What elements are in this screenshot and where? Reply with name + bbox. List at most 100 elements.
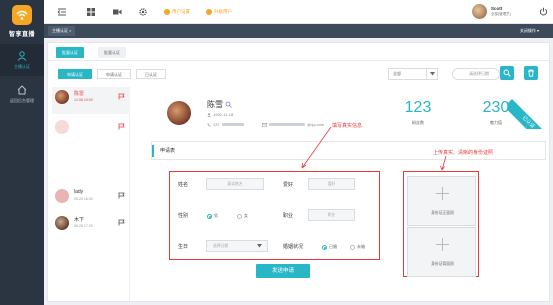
birthday-label: 生日 — [178, 244, 189, 250]
profile-phone: 137 — [207, 122, 244, 127]
plus-icon — [436, 187, 449, 200]
sidebar-item-label: 主播认证 — [14, 63, 30, 69]
tab-batch-certification[interactable]: 批量认证 — [56, 47, 84, 58]
sidebar-item-label: 返回后台管理 — [10, 97, 34, 103]
avatar[interactable] — [472, 4, 487, 19]
fans-count: 123 — [404, 99, 432, 116]
avatar — [55, 120, 69, 134]
hobby-label: 爱好 — [283, 182, 294, 188]
radio-checked-icon — [207, 213, 212, 219]
job-label: 职业 — [283, 213, 294, 219]
gender-female-radio[interactable]: 女 — [237, 213, 248, 219]
top-bar: 用户设置 升级用户 Scott 全部(管理员) — [44, 0, 553, 24]
chevron-down-icon — [257, 244, 262, 248]
profile-email: @qq.com — [262, 122, 324, 127]
mail-icon — [262, 122, 267, 127]
phone-icon — [207, 123, 211, 127]
sidebar-item-certification[interactable]: 主播认证 — [0, 44, 44, 76]
plus-icon — [436, 238, 449, 251]
avatar — [55, 189, 69, 203]
name-label: 姓名 — [178, 182, 189, 188]
list-item-time: 09-26 16:30 — [74, 197, 93, 201]
radio-unchecked-icon — [237, 213, 242, 219]
user-settings-link[interactable]: 用户设置 — [164, 9, 190, 15]
upgrade-user-link[interactable]: 升级用户 — [206, 9, 232, 15]
marital-married-radio[interactable]: 已婚 — [322, 244, 337, 250]
filter-apply-2[interactable]: 申请认证 — [97, 69, 131, 79]
profile-name: 陈雪 — [207, 99, 233, 110]
date-search-input[interactable]: 请选择日期 — [452, 68, 500, 80]
tab-batch-certification-2[interactable]: 批量认证 — [98, 47, 126, 58]
list-item[interactable]: lady 09-26 16:30 — [52, 186, 130, 213]
profile-birth: 1992-11-18 — [207, 112, 233, 117]
wifi-logo-icon — [16, 10, 28, 20]
annotation-upload-id: 上传真实、清晰的身份证照 — [433, 150, 494, 156]
list-item-name: lady — [74, 189, 84, 195]
list-item-time: 09-25 17:20 — [74, 224, 93, 228]
search-button[interactable] — [500, 66, 514, 80]
avatar — [55, 216, 69, 230]
certified-ribbon: 已认证 — [508, 89, 548, 129]
radio-checked-icon — [322, 244, 327, 250]
name-input[interactable]: 真实姓名 — [206, 178, 264, 190]
sidebar-item-back-admin[interactable]: 返回后台管理 — [0, 78, 44, 110]
submit-application-button[interactable]: 发送申请 — [256, 264, 310, 278]
applicant-list: 陈雷 12-08 19:00 lady 09-26 16:30 木下 09-25… — [52, 87, 130, 301]
list-item[interactable]: 木下 09-25 17:20 — [52, 213, 130, 240]
form-title: 申请表 — [160, 148, 176, 154]
app-logo — [12, 5, 32, 25]
job-input[interactable]: 职业 — [308, 209, 355, 221]
profile-avatar — [167, 101, 191, 125]
gender-label: 性别 — [178, 213, 189, 219]
fans-label: 粉丝数 — [412, 120, 424, 125]
user-settings-icon — [164, 9, 170, 15]
video-icon[interactable] — [112, 7, 122, 17]
power-icon[interactable] — [539, 7, 548, 16]
app-logo-text: 智享直播 — [8, 32, 35, 38]
flag-icon — [118, 123, 125, 130]
filter-row: 申请认证 申请认证 已认证 全部 请选择日期 — [48, 61, 549, 87]
tab-bar: 主播认证 × 关闭操作 ▾ — [44, 24, 553, 38]
hobby-input[interactable]: 爱好 — [308, 178, 355, 190]
search-user-icon — [225, 101, 233, 109]
person-small-icon — [207, 112, 211, 117]
tab-certification[interactable]: 主播认证 × — [48, 26, 76, 36]
flag-icon — [118, 93, 125, 100]
status-select[interactable]: 全部 — [388, 68, 438, 80]
flag-icon — [118, 192, 125, 199]
sidebar: 智享直播 主播认证 返回后台管理 — [0, 0, 44, 305]
list-item-name: 陈雷 — [74, 91, 85, 97]
filter-certified[interactable]: 已认证 — [136, 69, 166, 79]
delete-button[interactable] — [524, 66, 538, 80]
marital-single-radio[interactable]: 未婚 — [350, 244, 365, 250]
upload-id-front[interactable]: 身份证正面照 — [407, 176, 476, 226]
close-operation-menu[interactable]: 关闭操作 ▾ — [520, 27, 539, 35]
redacted-text — [221, 123, 244, 126]
filter-apply[interactable]: 申请认证 — [58, 69, 92, 79]
menu-toggle-icon[interactable] — [57, 7, 67, 17]
main-tabs: 批量认证 批量认证 — [48, 43, 549, 61]
trash-icon — [528, 69, 534, 77]
avatar — [55, 90, 69, 104]
fans-stat: 123 粉丝数 — [398, 99, 438, 126]
person-icon — [17, 50, 27, 61]
upload-id-back[interactable]: 身份证背面照 — [407, 227, 476, 277]
annotation-fill-info: 填写真实信息 — [332, 123, 363, 129]
list-item-name: 木下 — [74, 217, 85, 223]
gear-icon[interactable] — [138, 7, 148, 17]
grid-icon[interactable] — [86, 7, 96, 17]
gender-male-radio[interactable]: 男 — [207, 213, 218, 219]
user-role[interactable]: 全部(管理员) — [491, 12, 511, 17]
birthday-select[interactable]: 选择日期 — [206, 240, 268, 252]
home-icon — [17, 84, 27, 94]
list-item-time: 12-08 19:00 — [74, 98, 93, 102]
list-item[interactable]: 陈雷 12-08 19:00 — [52, 87, 130, 114]
search-icon — [503, 69, 511, 77]
list-item[interactable] — [52, 117, 130, 144]
radio-unchecked-icon — [350, 244, 355, 250]
user-name: Scott — [491, 6, 503, 11]
marital-label: 婚姻状况 — [283, 244, 304, 250]
flag-icon — [118, 219, 125, 226]
upgrade-icon — [206, 9, 212, 15]
redacted-text — [269, 123, 305, 126]
